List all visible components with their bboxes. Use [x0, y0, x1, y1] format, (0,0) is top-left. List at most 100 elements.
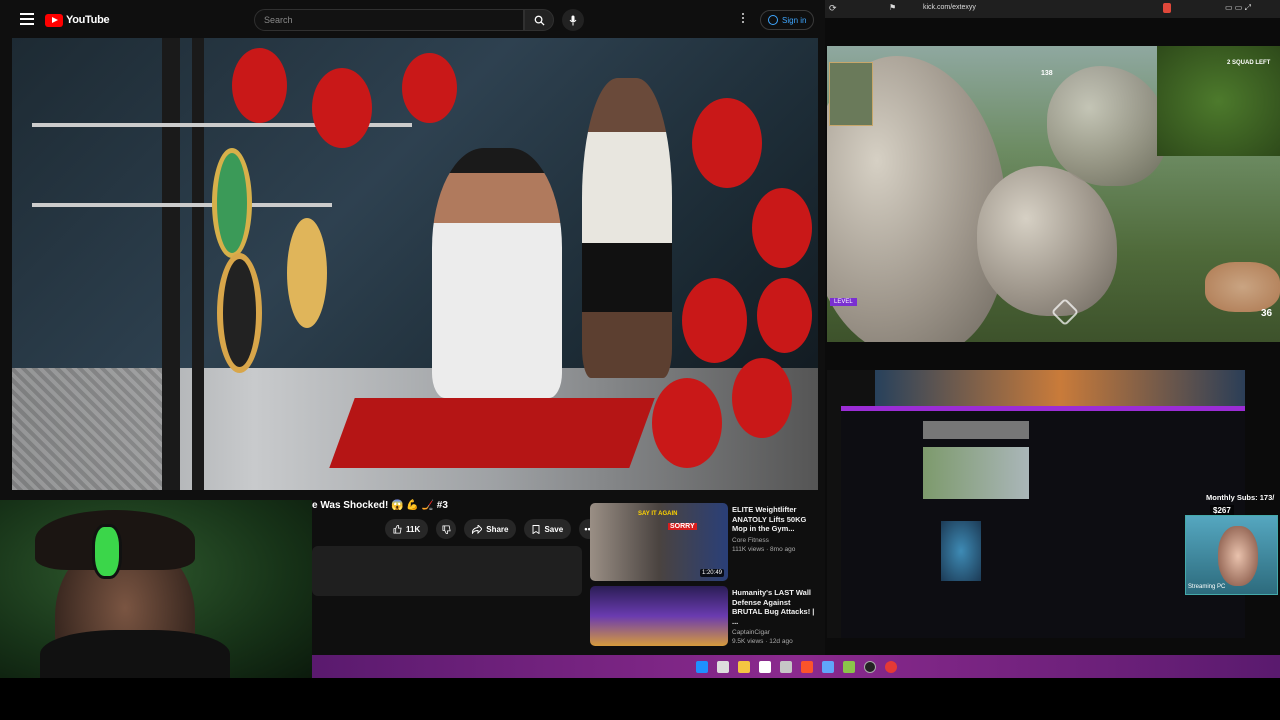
brave-shield-icon[interactable] [1163, 3, 1171, 13]
bookmark-icon[interactable]: ⚑ [889, 3, 896, 12]
voice-search-button[interactable] [562, 9, 584, 31]
account-icon [768, 15, 778, 25]
share-icon [472, 524, 483, 534]
red-plate [402, 53, 457, 123]
video-player[interactable] [12, 38, 818, 490]
calculator-icon[interactable] [821, 660, 834, 673]
thumbs-down-icon [442, 524, 451, 534]
secondary-stream[interactable] [827, 370, 1245, 638]
weight-plate [287, 218, 327, 328]
browser-window: ⟳ ⚑ kick.com/extexyy ▭ ▭ ⤢ 138 2 SQUAD L… [825, 0, 1280, 655]
recommendation-channel: Core Fitness [732, 536, 769, 544]
description-box[interactable] [312, 546, 582, 596]
thumb-text: SORRY [668, 523, 697, 530]
rack-post [162, 38, 180, 490]
monthly-subs-label: Monthly Subs: 173/ [1206, 493, 1275, 502]
recommendation-item[interactable]: SAY IT AGAIN SORRY 1:20:49 ELITE Weightl… [590, 503, 818, 581]
letterbox [0, 678, 1280, 720]
brave-icon[interactable] [800, 660, 813, 673]
taskbar [312, 655, 1280, 678]
scene-thumbnail [941, 521, 981, 581]
streamer-cam-2: Streaming PC [1185, 515, 1278, 595]
recommendation-thumbnail [590, 586, 728, 646]
app-icon[interactable] [842, 660, 855, 673]
dislike-button[interactable] [436, 519, 457, 539]
streamer-face [1218, 526, 1258, 586]
microphone-icon [569, 15, 577, 25]
recommendation-channel: CaptainCigar [732, 629, 770, 636]
squad-left: 2 SQUAD LEFT [1227, 60, 1271, 66]
bookmark-icon [533, 524, 540, 534]
recommendation-info: ELITE Weightlifter ANATOLY Lifts 50KG Mo… [732, 505, 818, 553]
notepad-icon[interactable] [758, 660, 771, 673]
scene-preview [923, 421, 1029, 439]
weight-plate [217, 253, 262, 373]
window-controls-icon[interactable]: ▭ ▭ ⤢ [1225, 3, 1251, 13]
search-icon [534, 15, 545, 26]
sign-in-button[interactable]: Sign in [760, 10, 815, 30]
more-options-icon[interactable] [740, 13, 746, 27]
kill-count: 36 [1261, 308, 1273, 319]
level-badge: LEVEL [830, 298, 857, 306]
start-icon[interactable] [695, 660, 708, 673]
obs-icon[interactable] [863, 660, 876, 673]
red-plate [682, 278, 747, 363]
file-explorer-icon[interactable] [737, 660, 750, 673]
save-label: Save [544, 524, 564, 534]
recommendation-info: Humanity's LAST Wall Defense Against BRU… [732, 588, 818, 645]
search-placeholder: Search [264, 15, 293, 25]
red-plate [652, 378, 722, 468]
youtube-header: YouTube Search Sign in [0, 0, 825, 38]
streamer-shirt [40, 630, 230, 678]
weight-plate [212, 148, 252, 258]
rock [1047, 66, 1167, 186]
menu-icon[interactable] [20, 13, 34, 25]
reload-icon[interactable]: ⟳ [829, 3, 837, 14]
person-lifting [432, 148, 562, 398]
thumbs-up-icon [393, 524, 402, 534]
hand-emote [1205, 262, 1280, 312]
recommendation-item[interactable]: Humanity's LAST Wall Defense Against BRU… [590, 586, 818, 646]
search-taskbar-icon[interactable] [716, 660, 729, 673]
game-stream[interactable]: 138 2 SQUAD LEFT LEVEL 36 [827, 46, 1280, 342]
red-plate [752, 188, 812, 268]
red-bench [329, 398, 655, 468]
headset-icon [92, 524, 122, 579]
like-count: 11K [406, 524, 421, 534]
red-plate [312, 68, 372, 148]
webcam-overlay [0, 500, 312, 678]
diamond-plate [12, 368, 172, 490]
thumb-text: SAY IT AGAIN [638, 511, 678, 517]
person-standing [582, 78, 672, 378]
video-duration: 1:20:49 [699, 569, 724, 577]
youtube-logo[interactable]: YouTube [45, 13, 110, 27]
address-bar[interactable]: kick.com/extexyy [923, 4, 976, 11]
search-button[interactable] [524, 9, 554, 31]
youtube-play-icon [45, 13, 63, 27]
share-button[interactable]: Share [464, 519, 517, 539]
recommendation-title: ELITE Weightlifter ANATOLY Lifts 50KG Mo… [732, 505, 807, 533]
barbell [32, 203, 332, 207]
like-button[interactable]: 11K [385, 519, 429, 539]
sky-banner [875, 370, 1245, 406]
scene-preview [923, 447, 1029, 499]
red-plate [692, 98, 762, 188]
recommendation-meta: 111K views · 8mo ago [732, 545, 796, 553]
recommendation-meta: 9.5K views · 12d ago [732, 638, 793, 645]
rack-post [192, 38, 204, 490]
share-label: Share [486, 524, 509, 534]
search-input[interactable]: Search [254, 9, 524, 31]
app-icon[interactable] [884, 660, 897, 673]
recommendation-title: Humanity's LAST Wall Defense Against BRU… [732, 588, 815, 626]
video-title: e Was Shocked! 😱 💪 🏒 #3 [312, 500, 448, 511]
streaming-pc-label: Streaming PC [1188, 584, 1226, 590]
app-icon[interactable] [779, 660, 792, 673]
browser-toolbar: ⟳ ⚑ kick.com/extexyy ▭ ▭ ⤢ [825, 0, 1280, 18]
compass-heading: 138 [1041, 70, 1053, 77]
red-plate [232, 48, 287, 123]
save-button[interactable]: Save [524, 519, 572, 539]
streamer-cam [829, 62, 873, 126]
sign-in-label: Sign in [782, 15, 807, 25]
red-plate [732, 358, 792, 438]
video-actions: 11K Share Save ••• [385, 519, 600, 539]
